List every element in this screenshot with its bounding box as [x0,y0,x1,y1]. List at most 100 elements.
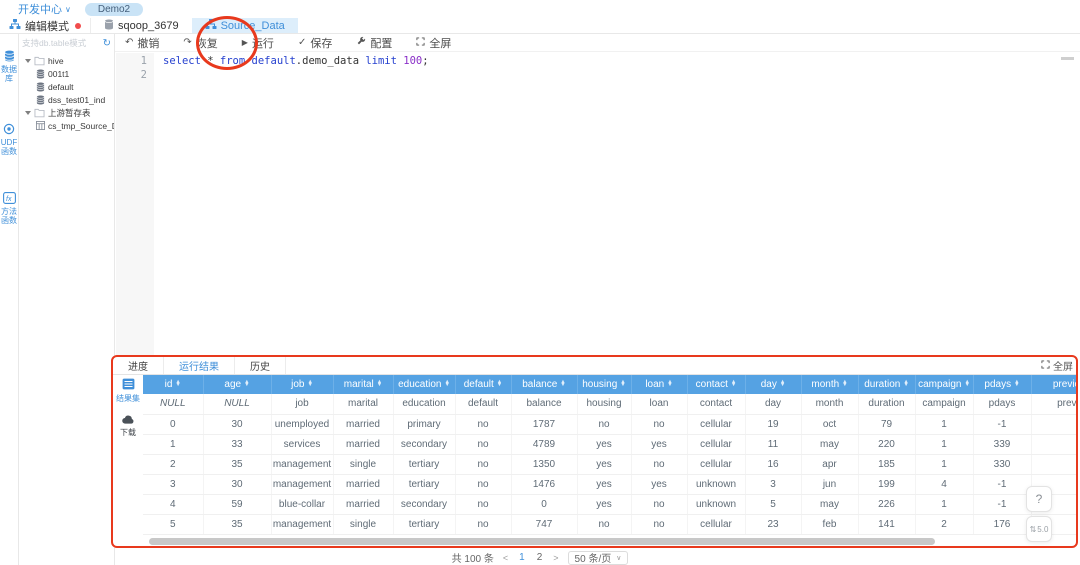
fullscreen-button[interactable]: 全屏 [416,35,451,51]
next-page-button[interactable]: > [553,553,558,563]
tree-item[interactable]: default [25,80,114,93]
column-header[interactable]: loan▲▼ [631,375,687,394]
table-cell: no [631,514,687,534]
column-header[interactable]: contact▲▼ [687,375,745,394]
refresh-icon[interactable]: ↻ [103,38,111,49]
sort-icon[interactable]: ▲▼ [377,381,382,388]
table-cell: married [333,494,393,514]
sort-icon[interactable]: ▲▼ [175,381,180,388]
column-header-label: id [165,379,173,390]
column-header[interactable]: day▲▼ [745,375,801,394]
table-cell: married [333,414,393,434]
result-set-button[interactable]: 结果集 [116,378,140,404]
sort-icon[interactable]: ▲▼ [244,381,249,388]
tree-item[interactable]: hive [25,54,114,67]
sort-icon[interactable]: ▲▼ [842,381,847,388]
table-cell: previous [1031,394,1078,414]
dev-center-menu[interactable]: 开发中心 ∨ [18,1,71,17]
top-bar: 开发中心 ∨ Demo2 [0,0,1080,18]
column-header[interactable]: duration▲▼ [858,375,915,394]
redo-button[interactable]: ↷ 恢复 [183,35,217,51]
undo-label: 撤销 [137,35,159,51]
table-cell: marital [333,394,393,414]
results-fullscreen-button[interactable]: 全屏 [1041,357,1078,374]
horizontal-scrollbar[interactable] [149,538,935,545]
rail-item-udf[interactable]: UDF函数 [0,123,18,156]
line-number: 2 [116,68,147,82]
table-cell: tertiary [393,454,455,474]
undo-button[interactable]: ↶ 撤销 [125,35,159,51]
column-header[interactable]: age▲▼ [203,375,271,394]
page-button[interactable]: 2 [535,552,545,563]
column-header[interactable]: pdays▲▼ [973,375,1031,394]
tab-source-data[interactable]: Source_Data [192,18,298,33]
column-header-label: day [761,379,777,390]
sort-icon[interactable]: ▲▼ [964,381,969,388]
save-button[interactable]: ✓ 保存 [298,35,332,51]
tree-item[interactable]: 001t1 [25,67,114,80]
sort-icon[interactable]: ▲▼ [731,381,736,388]
config-button[interactable]: 配置 [356,35,392,51]
table-cell: no [455,414,511,434]
sort-icon[interactable]: ▲▼ [444,381,449,388]
redo-icon: ↷ [183,37,191,48]
version-fab[interactable]: ⇅ 5.0 [1026,516,1052,542]
code-area[interactable]: select * from default.demo_data limit 10… [154,53,429,356]
table-icon [36,121,45,130]
page-button[interactable]: 1 [517,552,527,563]
prev-page-button[interactable]: < [503,553,508,563]
results-tab[interactable]: 进度 [113,357,164,374]
sort-icon[interactable]: ▲▼ [307,381,312,388]
column-header[interactable]: month▲▼ [801,375,858,394]
workspace-pill[interactable]: Demo2 [85,3,143,16]
fullscreen-icon [416,37,425,49]
column-header[interactable]: balance▲▼ [511,375,577,394]
sort-icon[interactable]: ▲▼ [780,381,785,388]
sort-icon[interactable]: ▲▼ [620,381,625,388]
table-cell: 141 [858,514,915,534]
table-cell: secondary [393,434,455,454]
run-button[interactable]: ▶ 运行 [242,35,274,51]
results-tab[interactable]: 运行结果 [164,357,235,374]
column-header[interactable]: previous▲▼ [1031,375,1078,394]
column-header[interactable]: default▲▼ [455,375,511,394]
column-header[interactable]: campaign▲▼ [915,375,973,394]
tree-item[interactable]: 上游暂存表 [25,106,114,119]
column-header[interactable]: marital▲▼ [333,375,393,394]
code-line[interactable]: select * from default.demo_data limit 10… [163,54,429,68]
column-header-label: contact [696,379,728,390]
sort-icon[interactable]: ▲▼ [667,381,672,388]
results-tab[interactable]: 历史 [235,357,286,374]
column-header[interactable]: id▲▼ [143,375,203,394]
tab-sqoop[interactable]: sqoop_3679 [90,18,192,33]
code-token: 100 [403,55,422,67]
help-fab[interactable]: ? [1026,486,1052,512]
tree-item[interactable]: cs_tmp_Source_Dat... [25,119,114,132]
rail-item-methods[interactable]: fx 方法函数 [0,192,18,225]
sql-editor[interactable]: 12 select * from default.demo_data limit… [116,53,1080,356]
expand-caret-icon[interactable] [25,111,31,115]
table-cell: 30 [203,414,271,434]
download-button[interactable]: 下载 [120,415,136,438]
editor-scrollbar-marker[interactable] [1061,57,1074,60]
database-icon [36,82,45,92]
expand-caret-icon[interactable] [25,59,31,63]
sort-icon[interactable]: ▲▼ [497,381,502,388]
column-header-label: education [398,379,441,390]
db-search-input[interactable] [22,38,103,48]
table-row: 133servicesmarriedsecondaryno4789yesyesc… [143,434,1078,454]
code-line[interactable] [163,68,429,82]
table-cell: married [333,434,393,454]
sort-icon[interactable]: ▲▼ [1014,381,1019,388]
column-header[interactable]: job▲▼ [271,375,333,394]
sort-icon[interactable]: ▲▼ [903,381,908,388]
column-header[interactable]: housing▲▼ [577,375,631,394]
page-size-select[interactable]: 50 条/页 ∨ [568,551,629,565]
column-header[interactable]: education▲▼ [393,375,455,394]
edit-mode-indicator[interactable]: 编辑模式 [0,18,90,33]
table-cell: tertiary [393,514,455,534]
sort-icon[interactable]: ▲▼ [560,381,565,388]
code-token: limit [365,55,397,67]
tree-item[interactable]: dss_test01_ind [25,93,114,106]
rail-item-database[interactable]: 数据库 [0,50,18,83]
